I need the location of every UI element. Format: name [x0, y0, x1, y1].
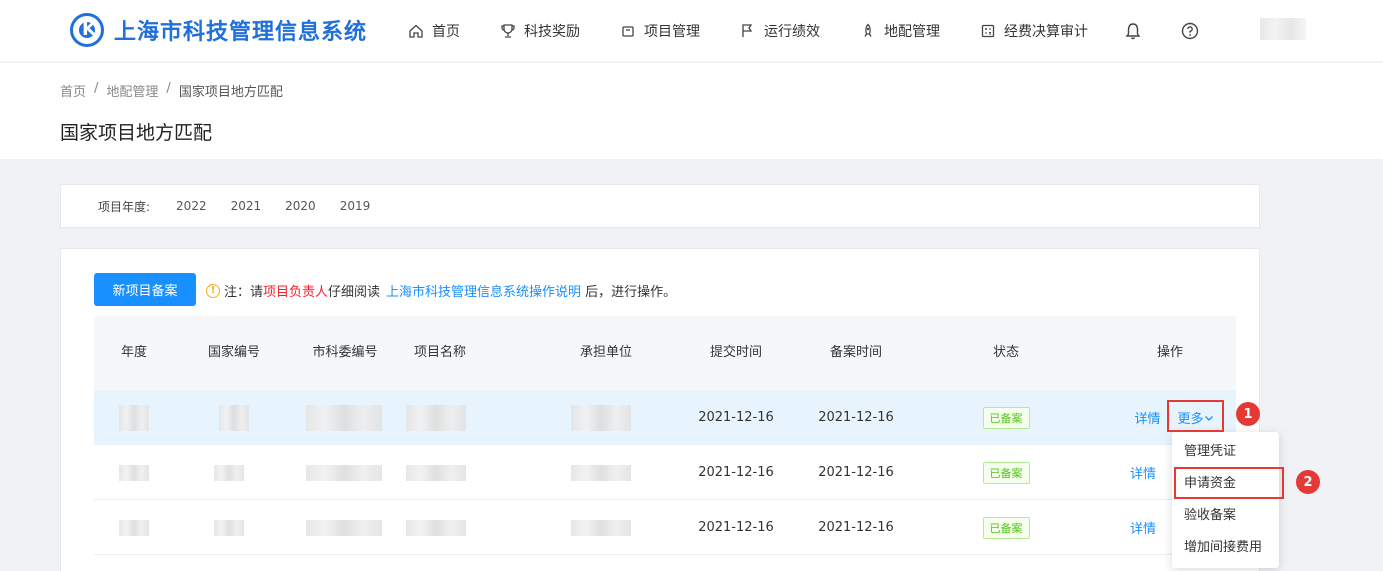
project-name-value: [406, 519, 466, 536]
nav-label-audit: 经费决算审计: [1004, 24, 1088, 40]
manual-link[interactable]: 上海市科技管理信息系统操作说明: [386, 281, 581, 300]
help-icon[interactable]: [1180, 21, 1200, 41]
status-badge: 已备案: [982, 461, 1030, 484]
project-list-panel: 新项目备案 ! 注：请 项目负责人 仔细阅读 上海市科技管理信息系统操作说明 后…: [60, 248, 1260, 571]
nav-item-matching[interactable]: 地配管理: [860, 21, 940, 41]
city-no-value: [306, 404, 382, 431]
page-title: 国家项目地方匹配: [60, 122, 213, 144]
page-header: 首页 / 地配管理 / 国家项目地方匹配 国家项目地方匹配: [0, 63, 1383, 159]
breadcrumb-separator: /: [166, 81, 171, 96]
warning-icon: !: [206, 283, 220, 298]
table-row[interactable]: 2021-12-16 2021-12-16 已备案 详情 更多: [94, 390, 1236, 445]
bell-icon[interactable]: [1124, 22, 1142, 40]
year-filter: 项目年度: 2022 2021 2020 2019: [60, 184, 1260, 228]
notice-highlight: 项目负责人: [263, 285, 329, 300]
highlight-box-apply-funds: [1174, 467, 1284, 499]
highlight-box-more: [1167, 400, 1224, 432]
year-filter-label: 项目年度:: [98, 199, 151, 214]
org-value: [571, 464, 631, 481]
detail-link[interactable]: 详情: [1130, 463, 1156, 482]
menu-item-manage-voucher[interactable]: 管理凭证: [1172, 436, 1279, 468]
menu-item-add-indirect-cost[interactable]: 增加间接费用: [1172, 532, 1279, 564]
menu-item-acceptance-record[interactable]: 验收备案: [1172, 500, 1279, 532]
table-header: 年度 国家编号 市科委编号 项目名称 承担单位 提交时间 备案时间 状态 操作: [94, 316, 1236, 390]
nav-label-matching: 地配管理: [884, 24, 940, 40]
calculator-icon: [980, 23, 996, 39]
nav-item-home[interactable]: 首页: [408, 21, 460, 41]
nav-label-projects: 项目管理: [644, 24, 700, 40]
column-header-project-name: 项目名称: [413, 345, 466, 360]
org-value: [571, 404, 631, 431]
record-time-cell: 2021-12-16: [818, 410, 894, 425]
nav-label-awards: 科技奖励: [524, 24, 580, 40]
year-value: [119, 519, 149, 536]
project-name-value: [406, 464, 466, 481]
org-value: [571, 519, 631, 536]
nav-label-home: 首页: [432, 24, 460, 40]
year-value: [119, 404, 149, 431]
top-header: K 上海市科技管理信息系统 首页 科技奖励 项目管理 运行绩效 地配管理 经费决…: [0, 0, 1383, 62]
year-value: [119, 464, 149, 481]
rocket-icon: [860, 23, 876, 39]
notice-suffix: 后，进行操作。: [585, 285, 677, 300]
submit-time-cell: 2021-12-16: [698, 465, 774, 480]
column-header-year: 年度: [120, 345, 147, 360]
city-no-value: [306, 464, 382, 481]
notice-middle: 仔细阅读: [328, 285, 381, 300]
national-no-value: [214, 519, 244, 536]
submit-time-cell: 2021-12-16: [698, 520, 774, 535]
column-header-actions: 操作: [1156, 345, 1183, 360]
column-header-record-time: 备案时间: [829, 345, 882, 360]
year-option-2022[interactable]: 2022: [176, 199, 207, 213]
city-no-value: [306, 519, 382, 536]
record-time-cell: 2021-12-16: [818, 465, 894, 480]
breadcrumb-current: 国家项目地方匹配: [178, 85, 283, 100]
detail-link[interactable]: 详情: [1134, 408, 1160, 427]
status-badge: 已备案: [982, 406, 1030, 429]
national-no-value: [219, 404, 249, 431]
more-dropdown-menu: 管理凭证 申请资金 验收备案 增加间接费用: [1172, 432, 1279, 568]
app-title: 上海市科技管理信息系统: [114, 20, 368, 45]
nav-item-projects[interactable]: 项目管理: [620, 21, 700, 41]
breadcrumb: 首页 / 地配管理 / 国家项目地方匹配: [60, 81, 291, 100]
table-row[interactable]: 2021-12-16 2021-12-16 已备案 详情: [94, 445, 1236, 500]
trophy-icon: [500, 23, 516, 39]
logo-letter: K: [82, 19, 96, 40]
national-no-value: [214, 464, 244, 481]
flag-icon: [740, 23, 756, 39]
user-avatar[interactable]: [1260, 18, 1306, 40]
notice-prefix: 注：请: [224, 285, 264, 300]
app-logo[interactable]: K 上海市科技管理信息系统: [70, 13, 367, 47]
column-header-city-no: 市科委编号: [312, 345, 378, 360]
column-header-national-no: 国家编号: [207, 345, 260, 360]
project-name-value: [406, 404, 466, 431]
notice-text: ! 注：请 项目负责人 仔细阅读 上海市科技管理信息系统操作说明 后，进行操作。: [206, 281, 676, 300]
new-project-button[interactable]: 新项目备案: [94, 273, 196, 306]
column-header-status: 状态: [992, 345, 1019, 360]
table-row[interactable]: 2021-12-16 2021-12-16 已备案 详情: [94, 500, 1236, 555]
main-nav: 首页 科技奖励 项目管理 运行绩效 地配管理 经费决算审计: [408, 0, 1128, 62]
breadcrumb-separator: /: [94, 81, 99, 96]
nav-label-performance: 运行绩效: [764, 24, 820, 40]
submit-time-cell: 2021-12-16: [698, 410, 774, 425]
step-marker-2: 2: [1296, 470, 1320, 494]
step-marker-1: 1: [1236, 402, 1260, 426]
record-time-cell: 2021-12-16: [818, 520, 894, 535]
logo-mark-icon: K: [70, 13, 104, 47]
year-option-2019[interactable]: 2019: [340, 199, 371, 213]
nav-item-awards[interactable]: 科技奖励: [500, 21, 580, 41]
nav-item-performance[interactable]: 运行绩效: [740, 21, 820, 41]
status-badge: 已备案: [982, 516, 1030, 539]
year-option-2020[interactable]: 2020: [285, 199, 316, 213]
folder-icon: [620, 23, 636, 39]
home-icon: [408, 23, 424, 39]
year-option-2021[interactable]: 2021: [231, 199, 262, 213]
nav-item-audit[interactable]: 经费决算审计: [980, 21, 1088, 41]
column-header-org: 承担单位: [579, 345, 632, 360]
breadcrumb-parent[interactable]: 地配管理: [106, 81, 158, 100]
column-header-submit-time: 提交时间: [709, 345, 762, 360]
detail-link[interactable]: 详情: [1130, 518, 1156, 537]
breadcrumb-home[interactable]: 首页: [60, 81, 86, 100]
